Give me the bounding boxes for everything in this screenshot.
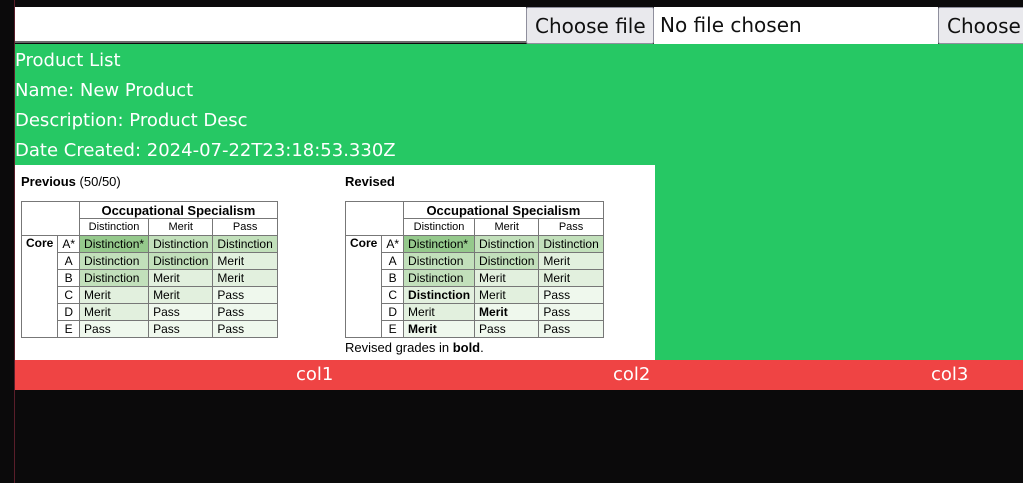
table-row: C Merit Merit Pass <box>22 286 278 304</box>
column-label-1: col1 <box>296 364 334 385</box>
columns-bar: col1 col2 col3 <box>15 360 1023 390</box>
table-row: D Merit Merit Pass <box>346 303 604 321</box>
table-row: D Merit Pass Pass <box>22 303 278 321</box>
column-label-2: col2 <box>613 364 651 385</box>
table-cell: Merit <box>79 303 150 321</box>
table-row: E Pass Pass Pass <box>22 320 278 338</box>
sub-header: Pass <box>538 218 604 236</box>
table-cell: Pass <box>212 286 278 304</box>
sub-header: Merit <box>148 218 214 236</box>
sub-header: Pass <box>212 218 278 236</box>
table-cell: Merit <box>403 320 476 338</box>
table-cell: Merit <box>148 286 214 304</box>
core-label: Core <box>344 235 383 338</box>
product-name: Name: New Product <box>15 80 194 101</box>
product-description: Description: Product Desc <box>15 110 248 131</box>
table-cell: Distinction <box>79 252 150 270</box>
table-cell: Pass <box>148 320 214 338</box>
table-cell: Merit <box>148 269 214 287</box>
left-edge-strip <box>0 0 15 483</box>
table-cell: Distinction <box>474 252 540 270</box>
top-strip <box>0 0 1023 7</box>
table-cell: Pass <box>538 286 604 304</box>
table-cell: Merit <box>538 252 604 270</box>
grade-letter: C <box>57 286 81 304</box>
table-cell: Distinction <box>148 252 214 270</box>
grade-letter: B <box>57 269 81 287</box>
spec-header: Occupational Specialism <box>79 201 278 219</box>
table-row: A Distinction Distinction Merit <box>22 252 278 270</box>
grade-letter: A* <box>381 235 405 253</box>
revised-note: Revised grades in bold. <box>345 340 484 355</box>
table-cell: Merit <box>212 252 278 270</box>
grade-letter: D <box>381 303 405 321</box>
table-cell: Distinction <box>403 252 476 270</box>
text-input[interactable] <box>15 7 526 43</box>
table-row: Core A* Distinction* Distinction Distinction <box>20 235 278 338</box>
table-cell: Distinction <box>212 235 278 253</box>
table-row: C Distinction Merit Pass <box>346 286 604 304</box>
product-date-created: Date Created: 2024-07-22T23:18:53.330Z <box>15 140 396 161</box>
table-cell: Merit <box>79 286 150 304</box>
table-cell: Distinction* <box>79 235 150 253</box>
grade-letter: A <box>57 252 81 270</box>
choose-file-button-2[interactable]: Choose <box>938 7 1023 44</box>
grade-letter: E <box>57 320 81 338</box>
product-list-heading: Product List <box>15 50 121 71</box>
table-cell: Merit <box>474 269 540 287</box>
table-cell: Distinction <box>403 269 476 287</box>
table-row: A Distinction Distinction Merit <box>346 252 604 270</box>
table-corner <box>20 201 81 236</box>
previous-table-title: Previous (50/50) <box>21 174 121 189</box>
table-cell: Pass <box>212 320 278 338</box>
previous-grades-table: Occupational Specialism Distinction Meri… <box>20 201 278 338</box>
table-row: B Distinction Merit Merit <box>346 269 604 287</box>
file-status-text: No file chosen <box>654 7 938 44</box>
table-cell: Distinction <box>474 235 540 253</box>
table-cell: Merit <box>212 269 278 287</box>
core-label: Core <box>20 235 59 338</box>
spec-header: Occupational Specialism <box>403 201 604 219</box>
table-cell: Distinction <box>79 269 150 287</box>
revised-table-title: Revised <box>345 174 395 189</box>
table-cell: Merit <box>474 303 540 321</box>
grade-letter: A* <box>57 235 81 253</box>
table-cell: Pass <box>148 303 214 321</box>
table-cell: Distinction <box>538 235 604 253</box>
choose-file-button[interactable]: Choose file <box>526 7 654 44</box>
table-row: B Distinction Merit Merit <box>22 269 278 287</box>
table-corner <box>344 201 405 236</box>
table-cell: Distinction <box>148 235 214 253</box>
table-cell: Merit <box>403 303 476 321</box>
grade-letter: B <box>381 269 405 287</box>
table-cell: Merit <box>474 286 540 304</box>
table-cell: Merit <box>538 269 604 287</box>
table-cell: Pass <box>538 303 604 321</box>
table-row: Core A* Distinction* Distinction Distinction <box>344 235 604 338</box>
table-row: E Merit Pass Pass <box>346 320 604 338</box>
grade-letter: E <box>381 320 405 338</box>
product-image: Previous (50/50) Revised Occupational Sp… <box>15 165 655 360</box>
grade-letter: D <box>57 303 81 321</box>
table-cell: Pass <box>212 303 278 321</box>
sub-header: Merit <box>474 218 540 236</box>
sub-header: Distinction <box>79 218 150 236</box>
sub-header: Distinction <box>403 218 476 236</box>
revised-grades-table: Occupational Specialism Distinction Meri… <box>344 201 604 338</box>
column-label-3: col3 <box>931 364 969 385</box>
product-list-panel: Product List Name: New Product Descripti… <box>15 44 1023 360</box>
table-cell: Distinction* <box>403 235 476 253</box>
table-cell: Pass <box>538 320 604 338</box>
table-cell: Pass <box>79 320 150 338</box>
table-cell: Pass <box>474 320 540 338</box>
grade-letter: C <box>381 286 405 304</box>
table-cell: Distinction <box>403 286 476 304</box>
grade-letter: A <box>381 252 405 270</box>
